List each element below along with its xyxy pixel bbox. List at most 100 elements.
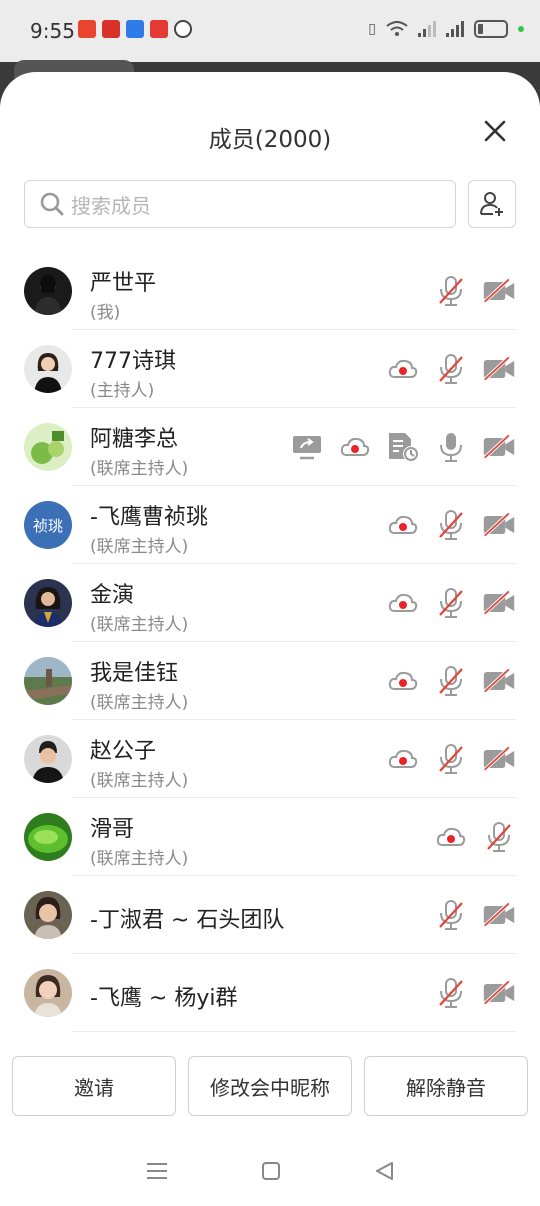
member-name: -飞鹰 ~ 杨yi群	[90, 986, 238, 1011]
mic-muted-icon[interactable]	[434, 976, 468, 1010]
member-status-icons	[386, 642, 516, 720]
add-person-icon	[480, 192, 503, 216]
app-notification-icon	[102, 20, 120, 38]
status-right: ▯	[368, 20, 524, 38]
close-icon[interactable]	[480, 116, 510, 146]
sheet-title: 成员(2000)	[208, 127, 332, 153]
member-row[interactable]: 严世平 (我)	[0, 252, 540, 330]
avatar	[24, 423, 72, 471]
avatar	[24, 735, 72, 783]
member-role: (联席主持人)	[90, 849, 189, 869]
action-bar: 邀请 修改会中昵称 解除静音	[12, 1056, 528, 1116]
search-input[interactable]: 搜索成员	[24, 180, 456, 228]
cloud-record-icon	[386, 508, 420, 542]
home-icon[interactable]	[261, 1161, 281, 1181]
member-row[interactable]: 滑哥 (联席主持人)	[0, 798, 540, 876]
member-status-icons	[434, 954, 516, 1032]
wifi-icon	[386, 21, 408, 36]
member-name: 阿糖李总	[90, 427, 179, 452]
member-role: (联席主持人)	[90, 693, 189, 713]
mic-muted-icon[interactable]	[482, 820, 516, 854]
unmute-button[interactable]: 解除静音	[364, 1056, 528, 1116]
signal-icon	[446, 21, 464, 37]
member-status-icons	[386, 720, 516, 798]
mic-muted-icon[interactable]	[434, 508, 468, 542]
avatar-initials: 祯珧	[24, 501, 72, 549]
avatar	[24, 891, 72, 939]
member-status-icons	[434, 876, 516, 954]
mic-icon[interactable]	[434, 430, 468, 464]
member-status-icons	[290, 408, 516, 486]
vibrate-icon: ▯	[368, 21, 376, 37]
video-off-icon[interactable]	[482, 742, 516, 776]
member-role: (联席主持人)	[90, 537, 189, 557]
status-time: 9:55	[30, 19, 75, 43]
avatar	[24, 345, 72, 393]
add-member-button[interactable]	[468, 180, 516, 228]
member-role: (主持人)	[90, 381, 155, 401]
member-name: 我是佳钰	[90, 661, 179, 686]
cloud-record-icon	[338, 430, 372, 464]
member-row[interactable]: 777诗琪 (主持人)	[0, 330, 540, 408]
row-divider	[72, 1031, 516, 1032]
video-off-icon[interactable]	[482, 352, 516, 386]
document-icon	[386, 430, 420, 464]
member-role: (联席主持人)	[90, 459, 189, 479]
member-row[interactable]: 祯珧 -飞鹰曹祯珧 (联席主持人)	[0, 486, 540, 564]
member-role: (联席主持人)	[90, 771, 189, 791]
signal-icon	[418, 21, 436, 37]
video-off-icon[interactable]	[482, 586, 516, 620]
member-status-icons	[434, 798, 516, 876]
member-row[interactable]: 金演 (联席主持人)	[0, 564, 540, 642]
member-name: 金演	[90, 583, 135, 608]
avatar	[24, 657, 72, 705]
app-notification-icon	[150, 20, 168, 38]
members-sheet: 成员(2000) 搜索成员 严世平 (我) 777诗琪 (主持人) 阿糖李总 (联席主持人…	[0, 72, 540, 1206]
avatar	[24, 969, 72, 1017]
mic-muted-icon[interactable]	[434, 274, 468, 308]
member-list: 严世平 (我) 777诗琪 (主持人) 阿糖李总 (联席主持人) 祯珧 -飞鹰曹祯珧 (联席主持…	[0, 252, 540, 1032]
video-off-icon[interactable]	[482, 898, 516, 932]
alarm-icon	[174, 20, 192, 38]
privacy-dot-icon	[518, 26, 524, 32]
video-off-icon[interactable]	[482, 274, 516, 308]
mic-muted-icon[interactable]	[434, 586, 468, 620]
member-row[interactable]: -丁淑君 ~ 石头团队	[0, 876, 540, 954]
menu-icon[interactable]	[146, 1162, 168, 1180]
status-bar: 9:55 ▯	[0, 0, 540, 62]
mic-muted-icon[interactable]	[434, 898, 468, 932]
search-icon	[40, 192, 64, 216]
member-row[interactable]: 赵公子 (联席主持人)	[0, 720, 540, 798]
screen-share-icon	[290, 430, 324, 464]
app-notification-icon	[126, 20, 144, 38]
video-off-icon[interactable]	[482, 664, 516, 698]
member-status-icons	[386, 486, 516, 564]
mic-muted-icon[interactable]	[434, 664, 468, 698]
member-status-icons	[434, 252, 516, 330]
avatar: 祯珧	[24, 501, 72, 549]
member-name: -丁淑君 ~ 石头团队	[90, 908, 285, 933]
member-row[interactable]: 我是佳钰 (联席主持人)	[0, 642, 540, 720]
cloud-record-icon	[434, 820, 468, 854]
avatar	[24, 267, 72, 315]
mic-muted-icon[interactable]	[434, 742, 468, 776]
avatar	[24, 579, 72, 627]
app-notification-icon	[78, 20, 96, 38]
member-name: 赵公子	[90, 739, 157, 764]
back-icon[interactable]	[374, 1161, 394, 1181]
video-off-icon[interactable]	[482, 430, 516, 464]
member-row[interactable]: -飞鹰 ~ 杨yi群	[0, 954, 540, 1032]
video-off-icon[interactable]	[482, 508, 516, 542]
cloud-record-icon	[386, 742, 420, 776]
member-row[interactable]: 阿糖李总 (联席主持人)	[0, 408, 540, 486]
rename-button[interactable]: 修改会中昵称	[188, 1056, 352, 1116]
battery-icon	[474, 20, 508, 38]
member-role: (联席主持人)	[90, 615, 189, 635]
mic-muted-icon[interactable]	[434, 352, 468, 386]
video-off-icon[interactable]	[482, 976, 516, 1010]
cloud-record-icon	[386, 586, 420, 620]
member-name: 777诗琪	[90, 349, 176, 374]
avatar	[24, 813, 72, 861]
invite-button[interactable]: 邀请	[12, 1056, 176, 1116]
member-name: 严世平	[90, 271, 157, 296]
